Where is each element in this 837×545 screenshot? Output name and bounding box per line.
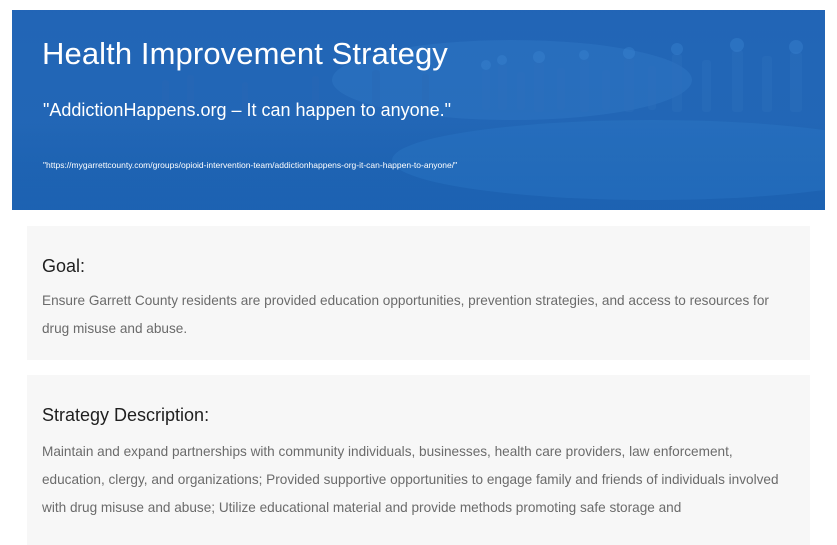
- strategy-card: Strategy Description: Maintain and expan…: [27, 375, 810, 545]
- hero-banner: Health Improvement Strategy "AddictionHa…: [12, 10, 825, 210]
- strategy-description: Maintain and expand partnerships with co…: [42, 444, 779, 515]
- goal-description: Ensure Garrett County residents are prov…: [42, 293, 769, 336]
- hero-subtitle: "AddictionHappens.org – It can happen to…: [43, 100, 452, 120]
- hero-source-url: "https://mygarrettcounty.com/groups/opio…: [43, 160, 458, 170]
- goal-card: Goal: Ensure Garrett County residents ar…: [27, 226, 810, 360]
- goal-heading: Goal:: [42, 256, 86, 276]
- page-title: Health Improvement Strategy: [42, 36, 448, 71]
- strategy-heading: Strategy Description:: [42, 405, 210, 425]
